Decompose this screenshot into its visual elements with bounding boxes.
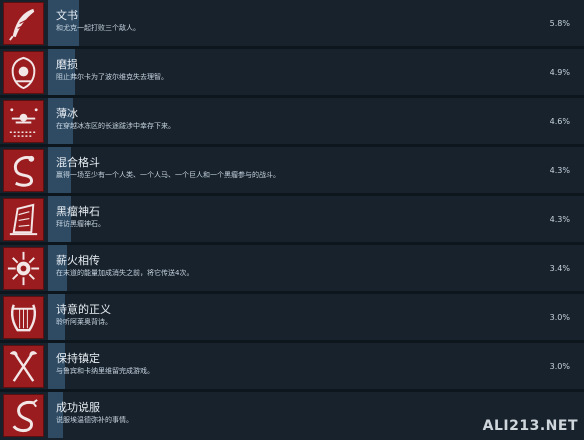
unlock-percent: 4.3% [549,166,570,175]
achievement-title: 磨损 [56,58,78,71]
achievement-title: 薄冰 [56,107,78,120]
achievement-description: 聆听阿莱奥背诗。 [56,318,112,326]
achievement-title: 诗意的正义 [56,303,111,316]
achievement-title: 薪火相传 [56,254,100,267]
achievement-title: 黑瘤神石 [56,205,100,218]
unlock-percent: 3.0% [549,362,570,371]
achievement-description: 在穿越冰冻区的长途跋涉中幸存下来。 [56,122,175,130]
achievement-description: 赢得一场至少有一个人类、一个人马、一个巨人和一个黑瘤参与的战斗。 [56,171,280,179]
achievement-description: 在末道的能量加成消失之前，将它传送4次。 [56,269,194,277]
achievement-description: 和尤克一起打败三个敌人。 [56,24,140,32]
achievement-row[interactable]: 薄冰 在穿越冰冻区的长途跋涉中幸存下来。 4.6% [0,98,584,147]
unlock-percent: 3.0% [549,313,570,322]
unlock-percent: 4.9% [549,68,570,77]
achievement-description: 与鲁宾和卡纳里维留完成游戏。 [56,367,154,375]
lyre-icon [3,296,44,339]
achievement-description: 说服埃温德弥补的事情。 [56,416,133,424]
unlock-percent: 3.4% [549,264,570,273]
achievement-row[interactable]: 诗意的正义 聆听阿莱奥背诗。 3.0% [0,294,584,343]
achievement-title: 文书 [56,9,78,22]
serpent-fight-icon [3,149,44,192]
thin-ice-icon [3,100,44,143]
unlock-percent: 4.3% [549,215,570,224]
unlock-percent: 5.8% [549,19,570,28]
dragon-icon [3,394,44,437]
achievement-row[interactable]: 薪火相传 在末道的能量加成消失之前，将它传送4次。 3.4% [0,245,584,294]
worn-shield-icon [3,51,44,94]
achievement-title: 保持镇定 [56,352,100,365]
achievement-description: 阻止弗尔卡为了波尔维克失去理智。 [56,73,168,81]
achievement-row[interactable]: 磨损 阻止弗尔卡为了波尔维克失去理智。 4.9% [0,49,584,98]
watermark: ALI213.NET [482,418,578,434]
achievement-row[interactable]: 混合格斗 赢得一场至少有一个人类、一个人马、一个巨人和一个黑瘤参与的战斗。 4.… [0,147,584,196]
stone-icon [3,198,44,241]
quill-icon [3,2,44,45]
sun-icon [3,247,44,290]
axes-icon [3,345,44,388]
achievement-row[interactable]: 保持镇定 与鲁宾和卡纳里维留完成游戏。 3.0% [0,343,584,392]
achievement-title: 混合格斗 [56,156,100,169]
achievement-description: 拜访黑瘤神石。 [56,220,105,228]
achievement-row[interactable]: 黑瘤神石 拜访黑瘤神石。 4.3% [0,196,584,245]
achievement-row[interactable]: 文书 和尤克一起打败三个敌人。 5.8% [0,0,584,49]
achievement-title: 成功说服 [56,401,100,414]
unlock-percent: 4.6% [549,117,570,126]
